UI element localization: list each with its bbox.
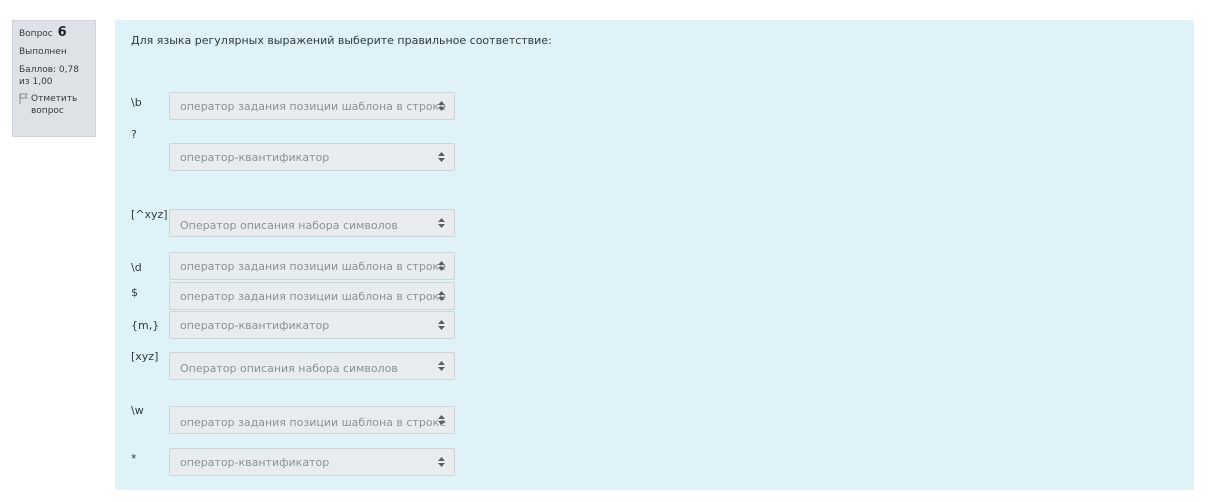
flag-icon <box>19 93 28 104</box>
select-value: оператор задания позиции шаблона в строк… <box>180 289 446 303</box>
answer-select[interactable]: оператор-квантификатор <box>169 448 455 476</box>
answer-select[interactable]: Оператор описания набора символов <box>169 352 455 380</box>
row-label: [xyz] <box>131 350 159 363</box>
up-down-arrows-icon <box>438 218 445 228</box>
select-value: Оператор описания набора символов <box>180 361 398 375</box>
up-down-arrows-icon <box>438 457 445 467</box>
question-label: Вопрос <box>19 29 53 39</box>
select-value: оператор задания позиции шаблона в строк… <box>180 259 446 273</box>
question-grade: Баллов: 0,78 из 1,00 <box>19 65 79 87</box>
up-down-arrows-icon <box>438 261 445 271</box>
answer-select[interactable]: оператор задания позиции шаблона в строк… <box>169 92 455 120</box>
row-label: \w <box>131 404 144 417</box>
row-label: * <box>131 452 137 465</box>
up-down-arrows-icon <box>438 361 445 371</box>
question-text: Для языка регулярных выражений выберите … <box>131 34 552 47</box>
row-label: ? <box>131 128 137 141</box>
row-label: \b <box>131 96 142 109</box>
select-value: Оператор описания набора символов <box>180 218 398 232</box>
select-value: оператор-квантификатор <box>180 455 330 469</box>
select-value: оператор задания позиции шаблона в строк… <box>180 415 446 429</box>
row-label: {m,} <box>131 319 160 332</box>
answer-select[interactable]: оператор задания позиции шаблона в строк… <box>169 406 455 434</box>
row-label: \d <box>131 261 142 274</box>
answer-select[interactable]: оператор-квантификатор <box>169 143 455 171</box>
question-info: Вопрос 6 Выполнен Баллов: 0,78 из 1,00 О… <box>12 20 96 137</box>
answer-select[interactable]: Оператор описания набора символов <box>169 209 455 237</box>
row-label: $ <box>131 286 138 299</box>
up-down-arrows-icon <box>438 152 445 162</box>
answer-select[interactable]: оператор-квантификатор <box>169 311 455 339</box>
answer-select[interactable]: оператор задания позиции шаблона в строк… <box>169 282 455 310</box>
flag-label: Отметить вопрос <box>31 94 78 116</box>
question-content: Для языка регулярных выражений выберите … <box>115 20 1194 490</box>
question-state: Выполнен <box>19 47 67 57</box>
question-number-value: 6 <box>57 25 67 40</box>
answer-select[interactable]: оператор задания позиции шаблона в строк… <box>169 252 455 280</box>
page: Вопрос 6 Выполнен Баллов: 0,78 из 1,00 О… <box>0 0 1208 502</box>
up-down-arrows-icon <box>438 291 445 301</box>
up-down-arrows-icon <box>438 320 445 330</box>
up-down-arrows-icon <box>438 101 445 111</box>
select-value: оператор-квантификатор <box>180 150 330 164</box>
question-number: Вопрос 6 <box>19 25 89 40</box>
select-value: оператор задания позиции шаблона в строк… <box>180 99 446 113</box>
flag-question-link[interactable]: Отметить вопрос <box>19 93 89 117</box>
up-down-arrows-icon <box>438 415 445 425</box>
select-value: оператор-квантификатор <box>180 318 330 332</box>
row-label: [^xyz] <box>131 208 168 221</box>
